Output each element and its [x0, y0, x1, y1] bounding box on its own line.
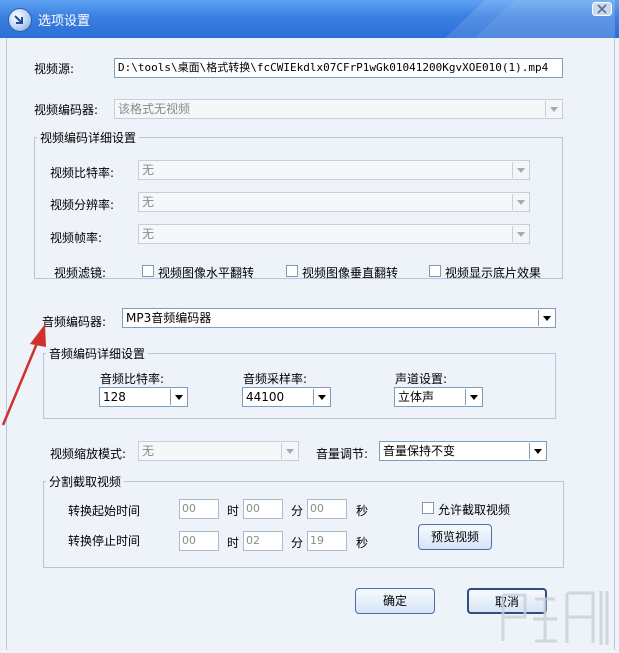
audio-bitrate-label: 音频比特率:: [100, 372, 165, 386]
chevron-down-icon[interactable]: [465, 389, 481, 405]
video-resolution-value: 无: [142, 195, 155, 209]
volume-select[interactable]: 音量保持不变: [379, 441, 547, 461]
options-dialog: 选项设置 视频源: D:\tools\桌面\格式转换\fcCWIEkdlx07C…: [0, 0, 619, 653]
scale-mode-select[interactable]: 无: [138, 441, 299, 461]
window-title: 选项设置: [38, 14, 91, 29]
video-source-field[interactable]: D:\tools\桌面\格式转换\fcCWIEkdlx07CFrP1wGk010…: [114, 58, 563, 78]
app-icon: [8, 8, 32, 32]
vflip-label: 视频图像垂直翻转: [302, 266, 399, 280]
audio-samplerate-label: 音频采样率:: [243, 372, 308, 386]
preview-video-button[interactable]: 预览视频: [418, 524, 492, 550]
chevron-down-icon[interactable]: [281, 443, 297, 459]
audio-samplerate-select[interactable]: 44100: [242, 387, 331, 407]
close-icon[interactable]: [592, 2, 612, 16]
video-framerate-select[interactable]: 无: [138, 224, 530, 244]
audio-bitrate-select[interactable]: 128: [99, 387, 188, 407]
video-encoder-value: 该格式无视频: [118, 102, 191, 116]
start-second-unit: 秒: [356, 504, 369, 518]
stop-hour-unit: 时: [227, 536, 240, 550]
video-detail-title: 视频编码详细设置: [37, 129, 140, 146]
chevron-down-icon[interactable]: [512, 194, 528, 210]
stop-minute-unit: 分: [291, 536, 304, 550]
chevron-down-icon[interactable]: [512, 226, 528, 242]
volume-label: 音量调节:: [316, 447, 369, 461]
video-source-label: 视频源:: [34, 62, 75, 76]
video-bitrate-value: 无: [142, 163, 155, 177]
chevron-down-icon[interactable]: [545, 101, 561, 117]
start-time-label: 转换起始时间: [68, 504, 141, 518]
stop-second-field[interactable]: 19: [307, 531, 347, 551]
negative-checkbox[interactable]: [429, 265, 441, 277]
video-framerate-value: 无: [142, 227, 155, 241]
negative-label: 视频显示底片效果: [445, 266, 542, 280]
chevron-down-icon[interactable]: [538, 310, 554, 326]
channel-select[interactable]: 立体声: [394, 387, 483, 407]
audio-detail-title: 音频编码详细设置: [46, 345, 149, 362]
start-hour-field[interactable]: 00: [179, 499, 219, 519]
allow-clip-checkbox[interactable]: [422, 502, 434, 514]
channel-value: 立体声: [398, 390, 435, 404]
ok-button[interactable]: 确定: [355, 588, 435, 614]
stop-time-label: 转换停止时间: [68, 534, 141, 548]
start-hour-unit: 时: [227, 504, 240, 518]
video-filter-label: 视频滤镜:: [54, 266, 107, 280]
chevron-down-icon[interactable]: [529, 443, 545, 459]
stop-hour-field[interactable]: 00: [179, 531, 219, 551]
start-minute-unit: 分: [291, 504, 304, 518]
stop-minute-field[interactable]: 02: [243, 531, 283, 551]
video-bitrate-select[interactable]: 无: [138, 160, 530, 180]
video-resolution-label: 视频分辨率:: [50, 198, 115, 212]
audio-bitrate-value: 128: [103, 390, 126, 404]
hflip-checkbox[interactable]: [142, 265, 154, 277]
audio-samplerate-value: 44100: [246, 390, 285, 404]
video-framerate-label: 视频帧率:: [50, 231, 103, 245]
start-second-field[interactable]: 00: [307, 499, 347, 519]
volume-value: 音量保持不变: [383, 444, 456, 458]
watermark-logo: [501, 591, 609, 645]
titlebar-decoration: [445, 0, 615, 38]
allow-clip-label: 允许截取视频: [438, 503, 511, 517]
scale-mode-label: 视频缩放模式:: [50, 447, 127, 461]
audio-encoder-value: MP3音频编码器: [126, 311, 212, 325]
chevron-down-icon[interactable]: [512, 162, 528, 178]
chevron-down-icon[interactable]: [170, 389, 186, 405]
title-bar: 选项设置: [0, 0, 619, 38]
vflip-checkbox[interactable]: [286, 265, 298, 277]
annotation-arrow: [1, 324, 46, 426]
stop-second-unit: 秒: [356, 536, 369, 550]
audio-encoder-select[interactable]: MP3音频编码器: [122, 308, 556, 328]
video-resolution-select[interactable]: 无: [138, 192, 530, 212]
chevron-down-icon[interactable]: [313, 389, 329, 405]
split-title: 分割截取视频: [46, 473, 125, 490]
video-bitrate-label: 视频比特率:: [50, 166, 115, 180]
scale-mode-value: 无: [142, 444, 155, 458]
video-encoder-label: 视频编码器:: [34, 103, 99, 117]
video-encoder-select[interactable]: 该格式无视频: [114, 99, 563, 119]
start-minute-field[interactable]: 00: [243, 499, 283, 519]
channel-label: 声道设置:: [395, 372, 448, 386]
hflip-label: 视频图像水平翻转: [158, 266, 255, 280]
